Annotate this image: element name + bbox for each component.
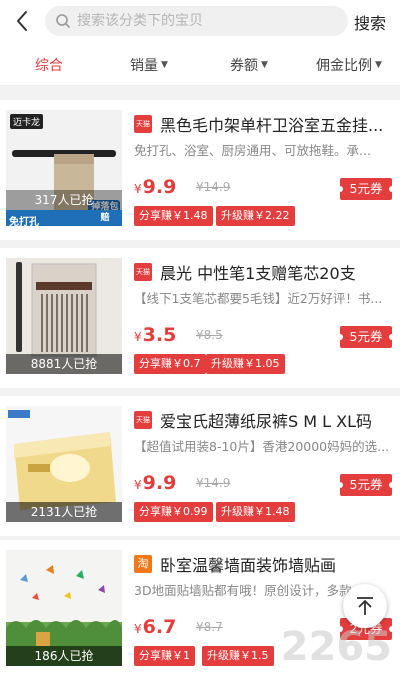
search-button[interactable]: 搜索: [354, 10, 386, 34]
product-desc: 免打孔、浴室、厨房通用、可放拖鞋。承...: [134, 143, 371, 158]
title-row: 淘 卧室温馨墙面装饰墙贴画: [134, 552, 392, 576]
price-symbol: ¥: [134, 622, 142, 636]
header: 搜索: [0, 0, 400, 42]
sold-count: 317人已抢: [6, 190, 122, 210]
product-desc: 【线下1支笔芯都要5毛钱】近2万好评！书...: [134, 291, 383, 306]
tab-label: 综合: [35, 58, 63, 74]
title-row: 天猫 黑色毛巾架单杆卫浴室五金挂...: [134, 112, 392, 136]
upgrade-earn-button[interactable]: 升级赚￥1.05: [206, 354, 285, 374]
back-arrow-icon: [17, 11, 27, 31]
share-earn-button[interactable]: 分享赚￥1: [134, 646, 195, 666]
tab-commission-rate[interactable]: 佣金比例 ▼: [316, 55, 382, 75]
product-badge: 免打孔: [9, 217, 39, 226]
price: ¥6.7: [134, 616, 176, 638]
back-button[interactable]: [10, 8, 36, 34]
sort-arrow-icon: ▼: [261, 60, 268, 70]
original-price: ¥14.9: [196, 476, 231, 490]
price-symbol: ¥: [134, 330, 142, 344]
product-image: 8881人已抢: [6, 258, 122, 374]
search-box[interactable]: [45, 6, 348, 36]
product-title: 爱宝氏超薄纸尿裤S M L XL码: [160, 412, 373, 431]
product-card[interactable]: 2131人已抢 天猫 爱宝氏超薄纸尿裤S M L XL码 【超值试用装8-10片…: [0, 396, 400, 536]
price-value: 9.9: [142, 176, 177, 198]
title-row: 天猫 晨光 中性笔1支赠笔芯20支: [134, 260, 392, 284]
upgrade-earn-button[interactable]: 升级赚￥1.48: [216, 502, 295, 522]
tab-label: 佣金比例: [316, 58, 372, 74]
title-row: 天猫 爱宝氏超薄纸尿裤S M L XL码: [134, 408, 392, 432]
sort-tabs: 综合 销量 ▼ 券额 ▼ 佣金比例 ▼: [0, 42, 400, 86]
brand-logo: 迈卡龙: [10, 114, 44, 129]
coupon-badge[interactable]: 5元券: [337, 474, 395, 496]
coupon-badge[interactable]: 5元券: [337, 326, 395, 348]
tmall-tag: 天猫: [134, 263, 152, 281]
product-title: 黑色毛巾架单杆卫浴室五金挂...: [160, 116, 384, 135]
price-value: 3.5: [142, 324, 177, 346]
sort-arrow-icon: ▼: [375, 60, 382, 70]
share-earn-button[interactable]: 分享赚￥0.99: [134, 502, 213, 522]
tmall-tag: 天猫: [134, 115, 152, 133]
search-input[interactable]: [77, 13, 327, 29]
price-symbol: ¥: [134, 182, 142, 196]
product-image: 迈卡龙 免打孔 掉落包赔 317人已抢: [6, 110, 122, 226]
price: ¥3.5: [134, 324, 176, 346]
share-earn-button[interactable]: 分享赚￥0.7: [134, 354, 206, 374]
upgrade-earn-button[interactable]: 升级赚￥2.22: [216, 206, 295, 226]
product-title: 晨光 中性笔1支赠笔芯20支: [160, 264, 356, 283]
price-symbol: ¥: [134, 478, 142, 492]
price-value: 6.7: [142, 616, 177, 638]
original-price: ¥8.5: [196, 328, 223, 342]
watermark-logo: 2265: [280, 624, 392, 670]
taobao-tag: 淘: [134, 555, 152, 573]
sold-count: 2131人已抢: [6, 502, 122, 522]
sort-arrow-icon: ▼: [161, 60, 168, 70]
tab-label: 销量: [130, 58, 158, 74]
share-earn-button[interactable]: 分享赚￥1.48: [134, 206, 213, 226]
product-title: 卧室温馨墙面装饰墙贴画: [160, 556, 337, 575]
sold-count: 186人已抢: [6, 646, 122, 666]
original-price: ¥8.7: [196, 620, 223, 634]
sold-count: 8881人已抢: [6, 354, 122, 374]
price-value: 9.9: [142, 472, 177, 494]
product-desc: 【超值试用装8-10片】香港20000妈妈的选...: [134, 439, 390, 454]
tab-comprehensive[interactable]: 综合: [35, 55, 63, 75]
tmall-tag: 天猫: [134, 411, 152, 429]
price: ¥9.9: [134, 472, 176, 494]
product-card[interactable]: 8881人已抢 天猫 晨光 中性笔1支赠笔芯20支 【线下1支笔芯都要5毛钱】近…: [0, 248, 400, 388]
tab-coupon-amount[interactable]: 券额 ▼: [230, 55, 268, 75]
product-image: 2131人已抢: [6, 406, 122, 522]
product-image: 186人已抢: [6, 550, 122, 666]
original-price: ¥14.9: [196, 180, 231, 194]
price: ¥9.9: [134, 176, 176, 198]
back-to-top-icon: [357, 597, 373, 615]
coupon-badge[interactable]: 5元券: [337, 178, 395, 200]
product-card[interactable]: 迈卡龙 免打孔 掉落包赔 317人已抢 天猫 黑色毛巾架单杆卫浴室五金挂... …: [0, 100, 400, 240]
watermark: 2265: [248, 620, 398, 676]
tab-sales[interactable]: 销量 ▼: [130, 55, 168, 75]
search-icon: [56, 14, 70, 28]
tab-label: 券额: [230, 58, 258, 74]
